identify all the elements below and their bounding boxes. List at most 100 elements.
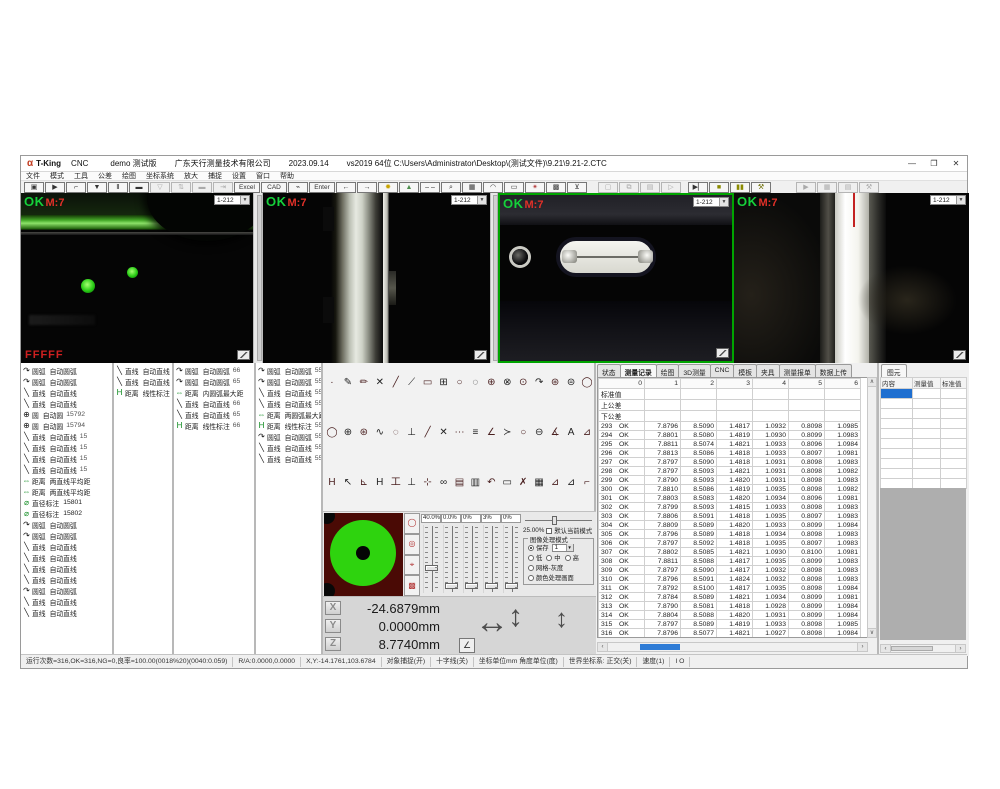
- tool-icon[interactable]: Η: [324, 475, 340, 491]
- results-row[interactable]: 297OK7.87978.50901.48181.09310.80981.098…: [599, 458, 861, 467]
- grid-gray-radio[interactable]: [528, 565, 534, 571]
- tool-icon[interactable]: ◯: [579, 375, 595, 391]
- results-vertical-scrollbar[interactable]: ∧∨: [867, 377, 877, 638]
- feature-item[interactable]: ↷圆弧自动圆弧66: [174, 365, 254, 376]
- tool-icon[interactable]: ✕: [436, 425, 452, 441]
- tool-icon[interactable]: ∠: [483, 425, 499, 441]
- feature-item[interactable]: ⊕圆自动圆15794: [21, 420, 112, 431]
- feature-item[interactable]: ↷圆弧自动圆弧: [21, 365, 112, 376]
- tool-icon[interactable]: ⊜: [563, 375, 579, 391]
- run-to-end-icon[interactable]: ▶▏: [688, 182, 708, 193]
- results-row[interactable]: 300OK7.88108.50861.48191.09350.80981.098…: [599, 485, 861, 494]
- scroll-up-icon[interactable]: ∧: [868, 378, 876, 387]
- scrollbar-thumb[interactable]: [891, 646, 933, 651]
- copy-icon[interactable]: ⧉: [619, 182, 639, 193]
- camera-range-select[interactable]: 1-212▼: [451, 195, 487, 205]
- tool-icon[interactable]: ○: [452, 375, 468, 391]
- feature-item[interactable]: ╲直线自动直线55: [256, 387, 321, 398]
- feature-item[interactable]: ↷圆弧自动圆弧: [21, 376, 112, 387]
- results-horizontal-scrollbar[interactable]: ‹ ›: [597, 642, 868, 652]
- tool-icon[interactable]: ⊾: [356, 475, 372, 491]
- light-mode-button[interactable]: ◯: [404, 513, 420, 534]
- tool-icon[interactable]: ⊿: [547, 475, 563, 491]
- slider-thumb-icon[interactable]: [552, 516, 557, 525]
- results-row[interactable]: 307OK7.88028.50851.48211.09300.81001.098…: [599, 548, 861, 557]
- tool-icon[interactable]: ≡: [467, 425, 483, 441]
- export-icon[interactable]: ⌁: [288, 182, 308, 193]
- camera-view-3-active[interactable]: OKM:7 1-212▼: [498, 193, 734, 363]
- y-axis-button[interactable]: Y: [325, 619, 341, 633]
- resize-handle-icon[interactable]: [716, 348, 729, 358]
- tool-icon[interactable]: ↖: [340, 475, 356, 491]
- results-row[interactable]: 316OK7.87968.50771.48211.09270.80981.098…: [599, 629, 861, 638]
- tool-icon[interactable]: ⊥: [404, 475, 420, 491]
- x-axis-button[interactable]: X: [325, 601, 341, 615]
- scroll-left-icon[interactable]: ‹: [598, 643, 608, 651]
- tool-icon[interactable]: ·: [324, 375, 340, 391]
- feature-item[interactable]: ↷圆弧自动圆弧55: [256, 431, 321, 442]
- light-mode-button[interactable]: ◎: [404, 534, 420, 555]
- left-arrow-icon[interactable]: ←: [336, 182, 356, 193]
- element-row[interactable]: [881, 449, 967, 459]
- element-row[interactable]: [881, 399, 967, 409]
- save-icon[interactable]: ▣: [24, 182, 44, 193]
- results-row[interactable]: 309OK7.87978.50901.48171.09320.80981.098…: [599, 566, 861, 575]
- feature-item[interactable]: ⇔距离两直线平均距: [21, 486, 112, 497]
- slider-thumb-icon[interactable]: [505, 583, 518, 589]
- light-mode-button[interactable]: ⌖: [404, 555, 420, 576]
- feature-item[interactable]: ╲直线自动直线15: [21, 431, 112, 442]
- tab-状态[interactable]: 状态: [597, 364, 621, 377]
- slider-thumb-icon[interactable]: [425, 565, 438, 571]
- tool-icon[interactable]: ▤: [452, 475, 468, 491]
- results-row[interactable]: 314OK7.88048.50881.48201.09310.80991.098…: [599, 611, 861, 620]
- feature-item[interactable]: ⇔距离内圆弧最大距: [174, 387, 254, 398]
- results-row[interactable]: 298OK7.87978.50931.48211.09310.80981.098…: [599, 467, 861, 476]
- feature-item[interactable]: ╲直线自动直线55: [256, 442, 321, 453]
- feature-item[interactable]: ╲直线自动直线15: [21, 453, 112, 464]
- tool-icon[interactable]: ◌: [388, 425, 404, 441]
- tool-icon[interactable]: Η: [372, 475, 388, 491]
- light-channel-slider[interactable]: [463, 525, 479, 593]
- light-bulb-icon[interactable]: ✹: [378, 182, 398, 193]
- feature-item[interactable]: ╲直线自动直线34: [114, 365, 172, 376]
- play-icon[interactable]: ▶: [796, 182, 816, 193]
- results-row[interactable]: 304OK7.88098.50891.48201.09330.80991.098…: [599, 521, 861, 530]
- tool-icon[interactable]: ⊛: [356, 425, 372, 441]
- tab-测量记录[interactable]: 测量记录: [620, 364, 657, 377]
- results-row[interactable]: 303OK7.88068.50911.48181.09350.80971.098…: [599, 512, 861, 521]
- resize-handle-icon[interactable]: [237, 350, 250, 360]
- tool-icon[interactable]: ⊙: [515, 375, 531, 391]
- results-row[interactable]: 306OK7.87978.50921.48181.09350.80971.098…: [599, 539, 861, 548]
- feature-item[interactable]: ╲直线自动直线: [21, 574, 112, 585]
- tab-夹具[interactable]: 夹具: [756, 364, 780, 377]
- camera-range-select[interactable]: 1-212▼: [693, 197, 729, 207]
- tool-icon[interactable]: ⋯: [452, 425, 468, 441]
- probe-icon[interactable]: ⌐: [66, 182, 86, 193]
- feature-item[interactable]: ⊕圆自动圆15792: [21, 409, 112, 420]
- tools-icon[interactable]: ⚒: [751, 182, 771, 193]
- element-row[interactable]: [881, 419, 967, 429]
- element-row[interactable]: [881, 439, 967, 449]
- results-row[interactable]: 310OK7.87968.50911.48241.09320.80981.098…: [599, 575, 861, 584]
- tool-icon[interactable]: ∡: [547, 425, 563, 441]
- tab-elements[interactable]: 图元: [881, 364, 907, 378]
- tool-icon[interactable]: ⌐: [579, 475, 595, 491]
- tool-icon[interactable]: ✏: [356, 375, 372, 391]
- element-row[interactable]: [881, 459, 967, 469]
- report-icon[interactable]: ▦: [817, 182, 837, 193]
- tool-icon[interactable]: ∞: [436, 475, 452, 491]
- tool-icon[interactable]: ⊿: [563, 475, 579, 491]
- tool-icon[interactable]: ⊥: [404, 425, 420, 441]
- right-arrow-icon[interactable]: →: [357, 182, 377, 193]
- results-row[interactable]: 313OK7.87908.50811.48181.09280.80991.098…: [599, 602, 861, 611]
- results-spec-row[interactable]: 下公差: [599, 411, 861, 422]
- maximize-button[interactable]: ❐: [923, 157, 945, 171]
- tool-icon[interactable]: ↶: [483, 475, 499, 491]
- folder-icon[interactable]: ▤: [640, 182, 660, 193]
- tool-icon[interactable]: ⊕: [340, 425, 356, 441]
- z-axis-button[interactable]: Z: [325, 637, 341, 651]
- feature-item[interactable]: ⌀直径标注15802: [21, 508, 112, 519]
- results-row[interactable]: 302OK7.87998.50931.48151.09330.80981.098…: [599, 503, 861, 512]
- feature-item[interactable]: ↷圆弧自动圆弧55: [256, 376, 321, 387]
- tool-icon[interactable]: ⊗: [499, 375, 515, 391]
